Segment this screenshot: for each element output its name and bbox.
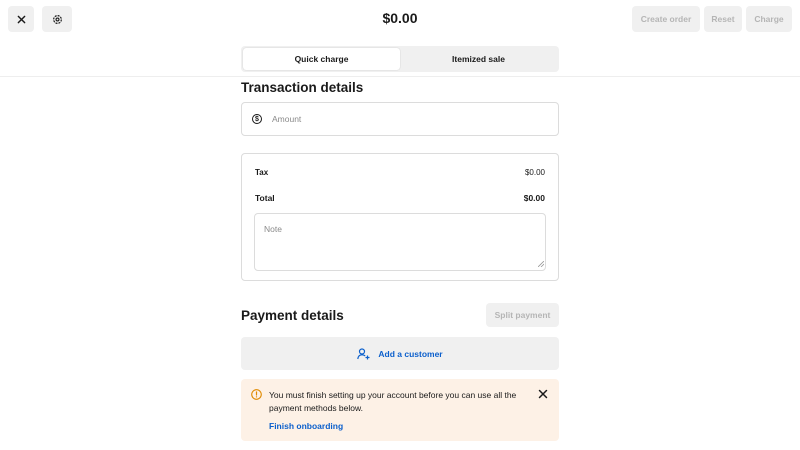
transaction-summary: Tax $0.00 Total $0.00 xyxy=(241,153,559,281)
resize-grip-icon[interactable] xyxy=(538,261,544,267)
split-payment-button[interactable]: Split payment xyxy=(486,303,559,327)
tab-itemized-sale[interactable]: Itemized sale xyxy=(400,48,557,70)
payment-details-title: Payment details xyxy=(241,308,344,323)
charge-button[interactable]: Charge xyxy=(746,6,792,32)
onboarding-alert: You must finish setting up your account … xyxy=(241,379,559,441)
tax-row: Tax $0.00 xyxy=(255,168,545,177)
total-row: Total $0.00 xyxy=(255,193,545,203)
warning-icon xyxy=(251,389,262,400)
create-order-button[interactable]: Create order xyxy=(632,6,700,32)
note-input[interactable] xyxy=(254,213,546,271)
sale-mode-tabs: Quick charge Itemized sale xyxy=(241,46,559,72)
alert-message: You must finish setting up your account … xyxy=(269,390,517,413)
tax-label: Tax xyxy=(255,168,269,177)
amount-field[interactable]: $ xyxy=(241,102,559,136)
add-customer-button[interactable]: Add a customer xyxy=(241,337,559,370)
top-bar: $0.00 Create order Reset Charge xyxy=(0,0,800,40)
dollar-icon: $ xyxy=(252,114,262,124)
transaction-details-title: Transaction details xyxy=(241,80,364,95)
close-icon[interactable] xyxy=(537,388,549,400)
tax-value: $0.00 xyxy=(524,168,545,177)
reset-button[interactable]: Reset xyxy=(704,6,742,32)
total-label: Total xyxy=(255,193,275,203)
add-person-icon xyxy=(357,347,370,359)
add-customer-label: Add a customer xyxy=(378,348,443,359)
finish-onboarding-link[interactable]: Finish onboarding xyxy=(269,421,343,431)
tab-quick-charge[interactable]: Quick charge xyxy=(243,48,400,70)
amount-input[interactable] xyxy=(272,114,532,124)
total-value: $0.00 xyxy=(523,193,545,203)
header-divider xyxy=(0,76,800,77)
